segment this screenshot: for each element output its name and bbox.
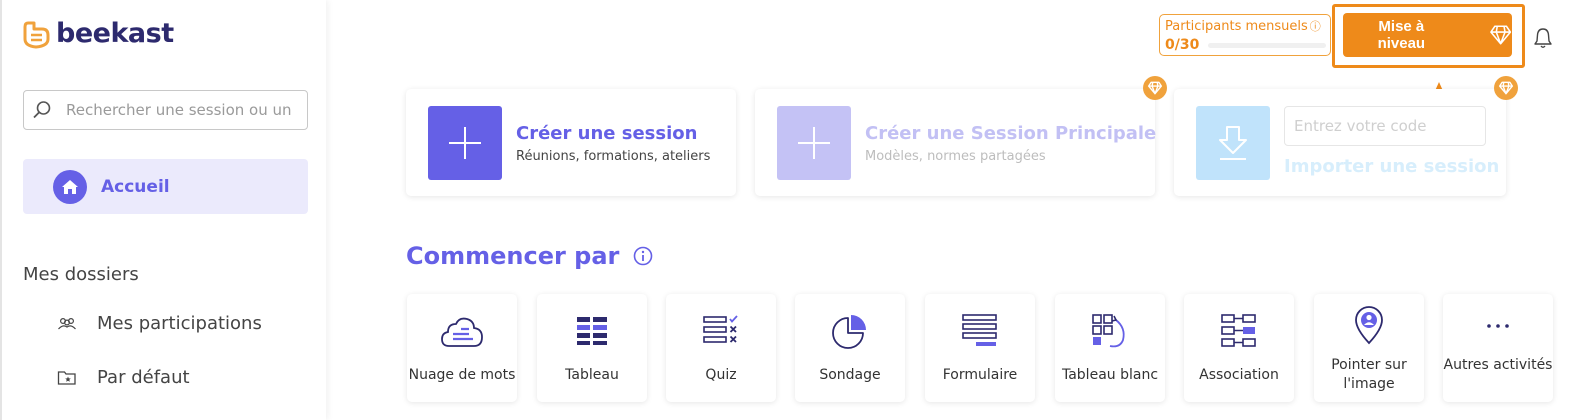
activity-tile-formulaire[interactable]: Formulaire (925, 294, 1035, 402)
activity-label: Pointer sur l'image (1331, 357, 1407, 392)
participants-count: 0/30 (1165, 37, 1200, 53)
activity-label: Autres activités (1443, 357, 1553, 373)
home-icon (53, 169, 87, 204)
folder-label: Par défaut (97, 367, 190, 388)
create-session-subtitle: Réunions, formations, ateliers (516, 149, 711, 164)
create-main-session-card[interactable]: Créer une Session Principale Modèles, no… (755, 89, 1157, 196)
sidebar-item-label: Accueil (101, 176, 170, 197)
folders-section-title: Mes dossiers (23, 264, 139, 285)
map-pin-icon (1314, 304, 1424, 346)
brand-name: beekast (56, 18, 174, 49)
activity-label: Quiz (705, 367, 737, 383)
activity-tile-association[interactable]: Association (1184, 294, 1294, 402)
association-icon (1184, 312, 1294, 350)
pie-chart-icon (795, 312, 905, 352)
import-session-card: Importer une session (1174, 89, 1506, 196)
folder-label: Mes participations (97, 313, 262, 334)
create-main-session-title: Créer une Session Principale (865, 123, 1157, 144)
plus-icon (428, 106, 502, 180)
info-icon: ⓘ (1309, 20, 1321, 33)
participants-label: Participants mensuels ⓘ (1165, 19, 1321, 34)
upgrade-label: Mise à niveau (1377, 18, 1426, 52)
info-icon[interactable] (633, 246, 653, 266)
activity-tile-pointer-sur-image[interactable]: Pointer sur l'image (1314, 294, 1424, 402)
more-icon (1443, 316, 1553, 336)
quiz-icon (666, 312, 776, 348)
folder-star-icon (57, 370, 76, 385)
activity-tile-sondage[interactable]: Sondage (795, 294, 905, 402)
sidebar: beekast Accueil Mes dossiers Mes partici… (0, 0, 326, 420)
activity-label: Tableau blanc (1061, 367, 1159, 383)
activity-tile-quiz[interactable]: Quiz (666, 294, 776, 402)
table-icon (537, 312, 647, 348)
start-section-title: Commencer par (406, 242, 653, 270)
activity-tile-nuage-de-mots[interactable]: Nuage de mots (407, 294, 517, 402)
activity-label: Tableau (565, 367, 619, 383)
form-icon (925, 312, 1035, 348)
activity-label: Nuage de mots (408, 367, 516, 383)
folder-mes-participations[interactable]: Mes participations (57, 313, 262, 334)
activity-tile-autres-activites[interactable]: Autres activités (1443, 294, 1553, 402)
search-icon (33, 101, 51, 119)
activity-label: Association (1199, 367, 1279, 383)
folder-par-defaut[interactable]: Par défaut (57, 367, 190, 388)
beekast-logo-icon (23, 21, 50, 48)
diamond-icon (1489, 25, 1511, 45)
session-code-input[interactable] (1284, 106, 1486, 146)
import-session-link[interactable]: Importer une session (1284, 156, 1499, 177)
activity-label: Sondage (819, 367, 881, 383)
monthly-participants-widget[interactable]: Participants mensuels ⓘ 0/30 (1159, 14, 1331, 56)
plus-icon (777, 106, 851, 180)
activity-label: Formulaire (942, 367, 1018, 383)
beekast-logo[interactable]: beekast (22, 18, 174, 49)
create-session-card[interactable]: Créer une session Réunions, formations, … (406, 89, 736, 196)
download-icon (1196, 106, 1270, 180)
create-session-title: Créer une session (516, 123, 698, 144)
premium-diamond-icon (1494, 76, 1518, 100)
upgrade-button[interactable]: Mise à niveau (1343, 13, 1512, 57)
session-search[interactable] (23, 90, 308, 130)
create-main-session-subtitle: Modèles, normes partagées (865, 149, 1046, 164)
premium-diamond-icon (1143, 76, 1167, 100)
search-input[interactable] (66, 101, 306, 119)
whiteboard-icon (1055, 312, 1165, 352)
bell-icon[interactable] (1533, 27, 1553, 49)
activity-tile-tableau-blanc[interactable]: Tableau blanc (1055, 294, 1165, 402)
activity-tile-tableau[interactable]: Tableau (537, 294, 647, 402)
sidebar-item-home[interactable]: Accueil (23, 159, 308, 214)
participants-progress-bar (1208, 43, 1326, 48)
people-icon (58, 317, 76, 329)
cloud-icon (407, 312, 517, 352)
